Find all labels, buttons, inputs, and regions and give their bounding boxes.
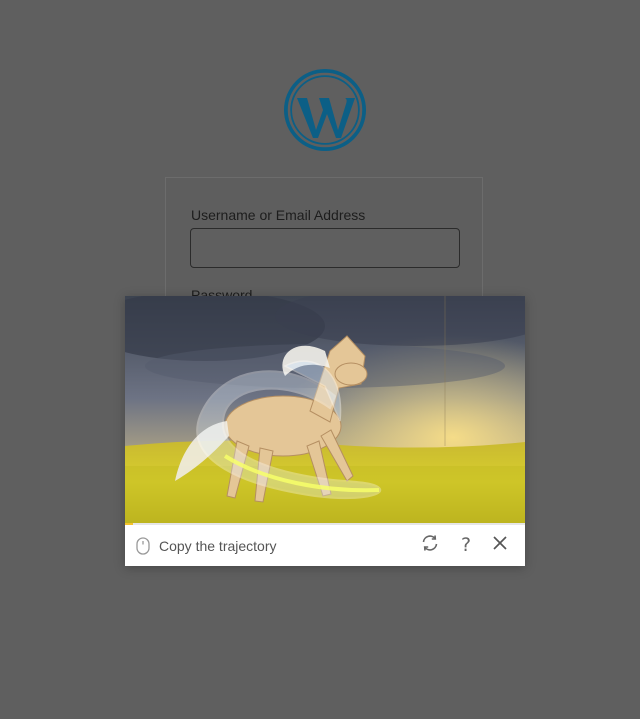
- username-input[interactable]: [190, 228, 460, 268]
- captcha-instruction: Copy the trajectory: [159, 538, 277, 554]
- refresh-button[interactable]: [418, 533, 442, 557]
- close-button[interactable]: [488, 533, 512, 557]
- mouse-icon: [136, 537, 150, 555]
- username-label: Username or Email Address: [191, 207, 366, 223]
- refresh-icon: [420, 533, 440, 558]
- help-button[interactable]: ?: [454, 533, 478, 557]
- captcha-image[interactable]: [125, 296, 525, 524]
- close-icon: [492, 535, 508, 556]
- wordpress-logo-icon[interactable]: [283, 68, 367, 152]
- captcha-modal: Copy the trajectory ?: [125, 296, 525, 566]
- help-icon: ?: [460, 533, 472, 556]
- captcha-footer: Copy the trajectory ?: [125, 525, 525, 566]
